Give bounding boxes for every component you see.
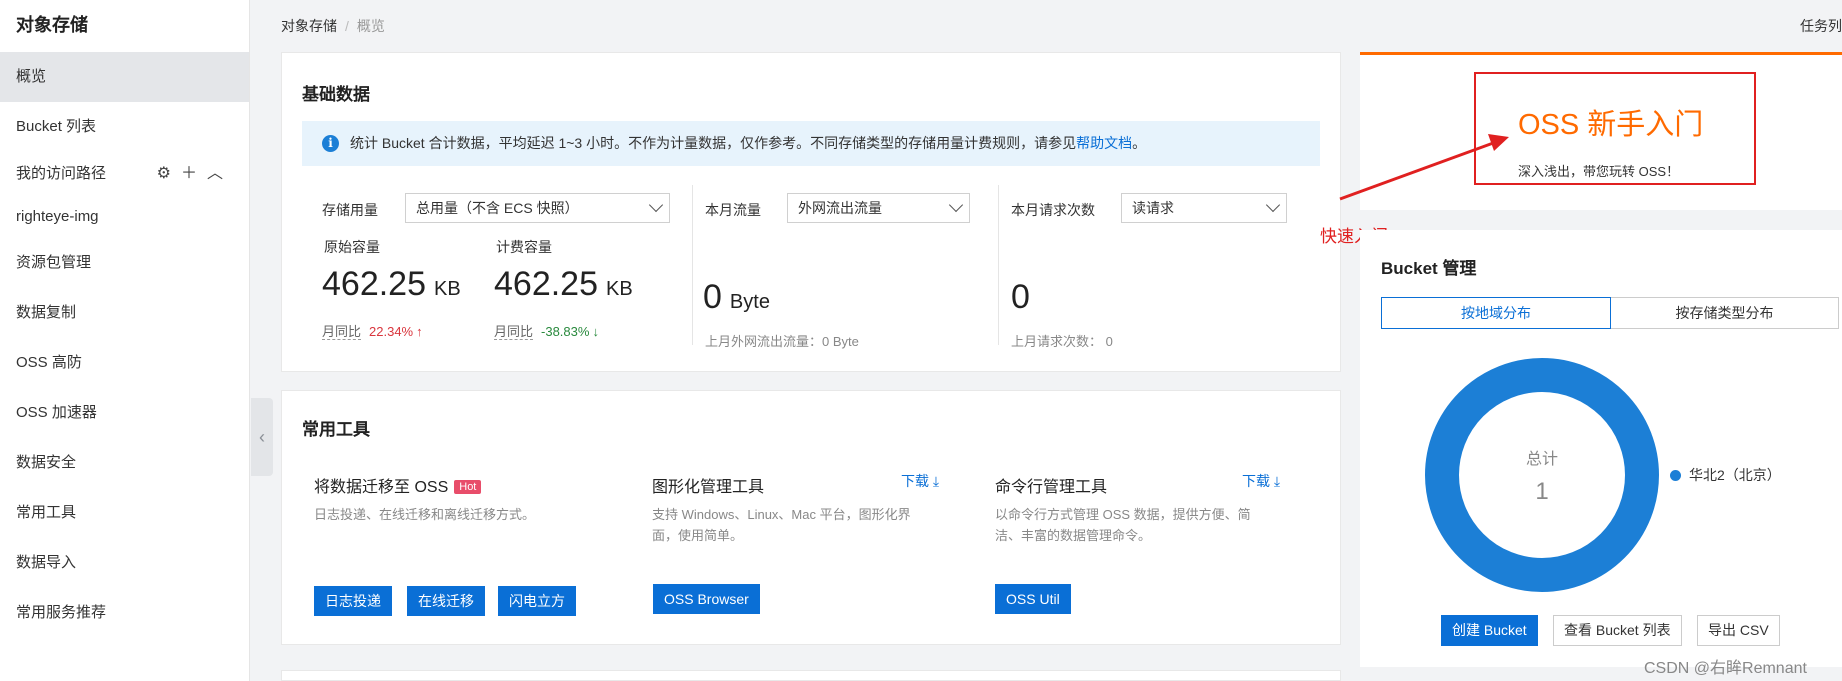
oss-intro-subtitle: 深入浅出，带您玩转 OSS！ xyxy=(1518,164,1680,179)
common-tools-title: 常用工具 xyxy=(302,420,370,439)
gui-tool-desc: 支持 Windows、Linux、Mac 平台，图形化界 面，使用简单。 xyxy=(652,507,911,543)
plus-icon[interactable]: ＋ xyxy=(181,152,197,196)
info-bar: i 统计 Bucket 合计数据，平均延迟 1~3 小时。不作为计量数据，仅作参… xyxy=(302,121,1320,166)
log-delivery-button[interactable]: 日志投递 xyxy=(314,586,392,616)
download-icon: ⤓ xyxy=(1273,473,1281,489)
sidebar-item-bucket-list[interactable]: Bucket 列表 xyxy=(0,102,249,152)
billed-capacity-compare: 月同比 -38.83% ↓ xyxy=(494,324,599,340)
chevron-down-icon xyxy=(948,197,964,213)
requests-last-month: 上月请求次数： 0 xyxy=(1011,334,1113,349)
traffic-type-value: 外网流出流量 xyxy=(798,200,882,216)
donut-total-value: 1 xyxy=(1535,478,1549,505)
requests-label: 本月请求次数 xyxy=(1011,202,1095,218)
migrate-tool-desc: 日志投递、在线迁移和离线迁移方式。 xyxy=(314,507,536,522)
sidebar-item-overview[interactable]: 概览 xyxy=(0,52,249,102)
arrow-up-icon: ↑ xyxy=(416,324,423,339)
view-bucket-list-button[interactable]: 查看 Bucket 列表 xyxy=(1553,615,1682,646)
sidebar-item-data-replication[interactable]: 数据复制 xyxy=(0,288,249,338)
donut-total-label: 总计 xyxy=(1525,451,1558,468)
tab-by-storage-type[interactable]: 按存储类型分布 xyxy=(1611,297,1839,329)
requests-value: 0 xyxy=(1011,278,1030,316)
cli-download-link[interactable]: 下载 ⤓ xyxy=(1242,471,1280,491)
legend-label: 华北2（北京） xyxy=(1689,467,1781,483)
info-tail: 。 xyxy=(1132,135,1147,151)
raw-capacity-label: 原始容量 xyxy=(324,239,380,255)
breadcrumb-overview: 概览 xyxy=(356,18,385,34)
common-tools-card: 常用工具 将数据迁移至 OSS Hot 日志投递、在线迁移和离线迁移方式。 日志投… xyxy=(281,390,1341,645)
chevron-down-icon xyxy=(1265,197,1281,213)
watermark: CSDN @右眸Remnant xyxy=(1644,660,1807,677)
raw-capacity-compare: 月同比 22.34% ↑ xyxy=(322,324,423,340)
sidebar-item-data-import[interactable]: 数据导入 xyxy=(0,538,249,588)
hot-badge: Hot xyxy=(454,480,482,494)
bucket-donut-chart xyxy=(1425,358,1659,592)
sidebar-item-righteye-img[interactable]: righteye-img xyxy=(0,196,249,238)
sidebar-item-oss-anti-ddos[interactable]: OSS 高防 xyxy=(0,338,249,388)
arrow-down-icon: ↓ xyxy=(592,324,599,339)
traffic-label: 本月流量 xyxy=(705,202,761,218)
basic-data-card: 基础数据 i 统计 Bucket 合计数据，平均延迟 1~3 小时。不作为计量数… xyxy=(281,52,1341,372)
info-text: 统计 Bucket 合计数据，平均延迟 1~3 小时。不作为计量数据，仅作参考。… xyxy=(350,135,1077,151)
sidebar-item-recommended-services[interactable]: 常用服务推荐 xyxy=(0,588,249,638)
oss-browser-button[interactable]: OSS Browser xyxy=(653,584,760,614)
gui-download-link[interactable]: 下载 ⤓ xyxy=(901,471,939,491)
help-doc-link[interactable]: 帮助文档 xyxy=(1076,135,1132,151)
sidebar-title: 对象存储 xyxy=(16,15,88,35)
cli-tool-desc: 以命令行方式管理 OSS 数据，提供方便、简 洁、丰富的数据管理命令。 xyxy=(995,507,1251,543)
gear-icon[interactable]: ⚙ xyxy=(157,152,171,196)
export-csv-button[interactable]: 导出 CSV xyxy=(1697,615,1780,646)
billed-capacity-label: 计费容量 xyxy=(496,239,552,255)
cli-tool-title: 命令行管理工具 xyxy=(995,479,1108,496)
breadcrumb: 对象存储 / 概览 xyxy=(281,18,385,34)
traffic-value: 0 Byte xyxy=(703,278,770,316)
sidebar-item-oss-accelerator[interactable]: OSS 加速器 xyxy=(0,388,249,438)
sidebar-item-common-tools[interactable]: 常用工具 xyxy=(0,488,249,538)
raw-capacity-value: 462.25 KB xyxy=(322,265,461,303)
task-list-link[interactable]: 任务列 xyxy=(1800,16,1842,36)
migrate-tool-title: 将数据迁移至 OSS Hot xyxy=(314,473,482,497)
chevron-left-icon: ‹ xyxy=(259,427,265,447)
storage-type-select[interactable]: 总用量（不含 ECS 快照） xyxy=(405,193,670,223)
divider xyxy=(998,185,999,345)
oss-util-button[interactable]: OSS Util xyxy=(995,584,1071,614)
sidebar-item-data-security[interactable]: 数据安全 xyxy=(0,438,249,488)
sidebar: 对象存储 概览 Bucket 列表 我的访问路径 ⚙ ＋ ︿ righteye-… xyxy=(0,0,250,681)
sidebar-item-resource-package[interactable]: 资源包管理 xyxy=(0,238,249,288)
online-migration-button[interactable]: 在线迁移 xyxy=(407,586,485,616)
next-card-edge xyxy=(281,670,1341,681)
bucket-management-title: Bucket 管理 xyxy=(1381,259,1477,278)
chevron-up-icon[interactable]: ︿ xyxy=(207,152,223,196)
lightning-cube-button[interactable]: 闪电立方 xyxy=(498,586,576,616)
traffic-last-month: 上月外网流出流量：0 Byte xyxy=(705,334,859,349)
breadcrumb-object-storage[interactable]: 对象存储 xyxy=(281,18,337,34)
donut-legend: 华北2（北京） xyxy=(1670,465,1781,485)
download-icon: ⤓ xyxy=(932,473,940,489)
request-type-value: 读请求 xyxy=(1132,200,1174,216)
chevron-down-icon xyxy=(648,197,664,213)
sidebar-collapse-handle[interactable]: ‹ xyxy=(251,398,273,476)
info-icon: i xyxy=(322,135,339,152)
sidebar-group-label: 我的访问路径 xyxy=(16,165,107,182)
sidebar-group-access-path[interactable]: 我的访问路径 ⚙ ＋ ︿ xyxy=(0,152,249,196)
create-bucket-button[interactable]: 创建 Bucket xyxy=(1441,615,1538,646)
storage-type-value: 总用量（不含 ECS 快照） xyxy=(416,200,579,216)
divider xyxy=(692,185,693,345)
basic-data-title: 基础数据 xyxy=(302,85,370,104)
traffic-type-select[interactable]: 外网流出流量 xyxy=(787,193,970,223)
oss-intro-title[interactable]: OSS 新手入门 xyxy=(1518,101,1703,143)
gui-tool-title: 图形化管理工具 xyxy=(652,479,765,496)
legend-dot xyxy=(1670,470,1681,481)
request-type-select[interactable]: 读请求 xyxy=(1121,193,1287,223)
tab-by-region[interactable]: 按地域分布 xyxy=(1381,297,1611,329)
billed-capacity-value: 462.25 KB xyxy=(494,265,633,303)
storage-usage-label: 存储用量 xyxy=(322,202,378,218)
